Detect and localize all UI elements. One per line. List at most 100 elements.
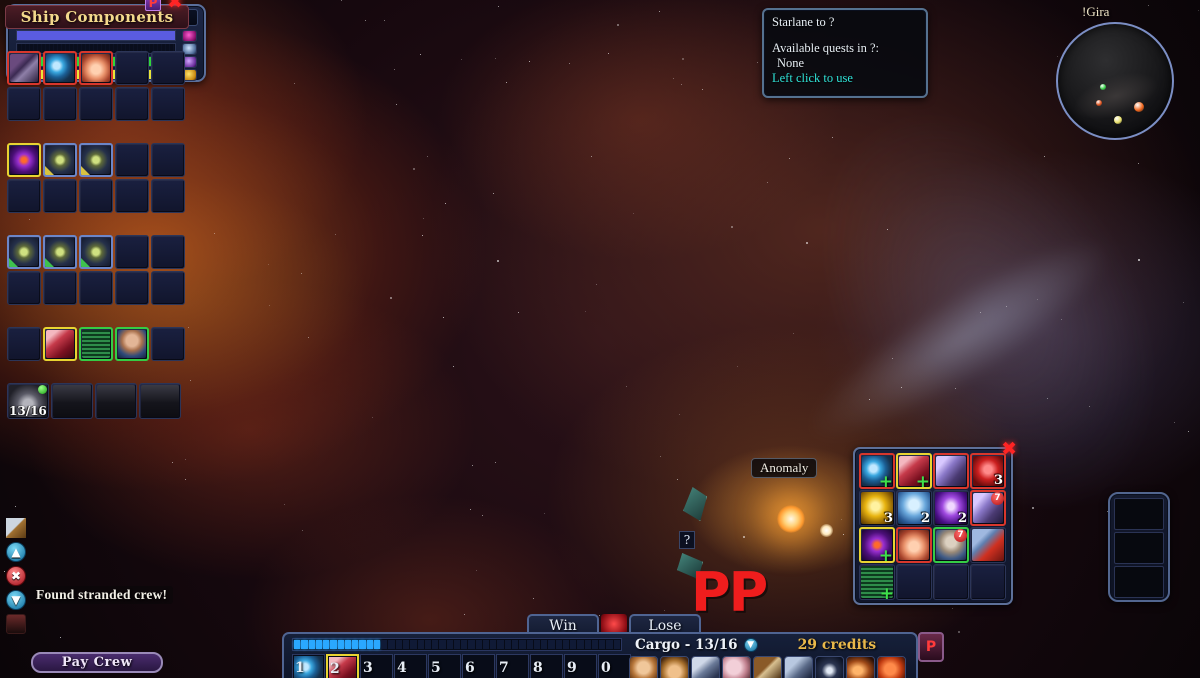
scroll-up-icon[interactable]: ▲ [6,542,26,562]
item-crystal[interactable]: 2 [933,490,969,526]
equip-plus-icon[interactable]: + [880,586,894,600]
item-warp-core[interactable]: + [859,527,895,563]
component-module[interactable] [79,143,113,177]
component-module[interactable] [43,143,77,177]
empty-slot[interactable] [896,564,932,600]
empty-slot[interactable] [7,327,41,361]
item-ship-part[interactable] [970,527,1006,563]
hud-menu-button[interactable]: P [918,632,944,662]
empty-slot[interactable] [115,179,149,213]
empty-slot[interactable] [970,564,1006,600]
crew-icon[interactable] [629,656,658,678]
trade-icon[interactable] [660,656,689,678]
empty-slot[interactable] [7,87,41,121]
equip-plus-icon[interactable]: + [916,474,930,488]
equipment-slot[interactable] [1114,498,1164,530]
minimap[interactable] [1056,22,1174,140]
close-icon[interactable]: ✖ [167,0,183,12]
cargo-bays-grid[interactable]: 13/16 [7,383,187,419]
component-module[interactable] [7,235,41,269]
hotbar-slot-empty[interactable]: 9 [564,654,597,678]
item-engine[interactable]: + [859,453,895,489]
item-missile-stack[interactable]: 7 [970,490,1006,526]
empty-slot[interactable] [43,87,77,121]
hotbar-slot-empty[interactable]: 6 [462,654,495,678]
tools-icon[interactable] [6,518,26,538]
hotbar[interactable]: 1 2 3 4 5 6 7 8 9 0 [292,654,631,678]
item-blueprint[interactable]: + [859,564,895,600]
inventory-grid[interactable]: + +3 3 2 2 7 +7 + [859,453,1007,600]
component-module[interactable] [43,235,77,269]
hotbar-slot-empty[interactable]: 4 [394,654,427,678]
item-weapon[interactable]: + [896,453,932,489]
empty-slot[interactable] [151,179,185,213]
empty-slot[interactable] [79,271,113,305]
pin-icon[interactable]: P [145,0,161,11]
component-race-blueprint[interactable] [79,327,113,361]
ship-window-titlebar[interactable]: Ship Components P ✖ [5,0,189,29]
navigation-icon[interactable] [815,656,844,678]
item-shield[interactable]: 2 [896,490,932,526]
item-alien-crew[interactable]: 7 [933,527,969,563]
item-energy-bolt[interactable]: 3 [859,490,895,526]
close-messages-icon[interactable]: ✖ [6,566,26,586]
unknown-marker-icon[interactable]: ? [679,531,695,549]
empty-slot[interactable] [115,143,149,177]
empty-slot[interactable] [43,179,77,213]
cargo-bay-empty[interactable] [51,383,93,419]
empty-slot[interactable] [115,87,149,121]
anomaly-star[interactable] [777,505,805,533]
hotbar-slot-empty[interactable]: 7 [496,654,529,678]
quest-icon[interactable] [753,656,782,678]
equip-plus-icon[interactable]: + [879,548,893,562]
log-icon[interactable] [691,656,720,678]
empty-slot[interactable] [79,87,113,121]
item-missile[interactable] [933,453,969,489]
planet-icon[interactable] [722,656,751,678]
empty-slot[interactable] [115,235,149,269]
item-reactor[interactable] [896,527,932,563]
anomaly-label[interactable]: Anomaly [751,458,818,478]
scroll-down-icon[interactable]: ▼ [6,590,26,610]
empty-slot[interactable] [933,564,969,600]
component-race-weapon[interactable] [43,327,77,361]
component-module[interactable] [79,235,113,269]
component-race-officer[interactable] [115,327,149,361]
equipment-slot[interactable] [1114,532,1164,564]
empty-slot[interactable] [151,87,185,121]
equipment-slot[interactable] [1114,566,1164,598]
chat-icon[interactable] [6,614,26,634]
empty-slot[interactable] [7,271,41,305]
pay-crew-button[interactable]: Pay Crew [31,652,163,673]
hotbar-slot-empty[interactable]: 8 [530,654,563,678]
component-reactor[interactable] [79,51,113,85]
empty-slot[interactable] [79,179,113,213]
cargo-bay-empty[interactable] [95,383,137,419]
empty-slot[interactable] [43,271,77,305]
cargo-bay-empty[interactable] [139,383,181,419]
hotbar-slot-empty[interactable]: 0 [598,654,631,678]
race-components-grid[interactable] [7,327,187,361]
empty-slot[interactable] [151,143,185,177]
component-console[interactable] [7,51,41,85]
action-icon-bar[interactable] [629,656,906,678]
empty-slot[interactable] [151,327,185,361]
empty-slot[interactable] [7,179,41,213]
empty-slot[interactable] [151,235,185,269]
hotbar-slot-weapon[interactable]: 2 [326,654,359,678]
cargo-bay-filled[interactable]: 13/16 [7,383,49,419]
empty-slot[interactable] [115,271,149,305]
ship-icon[interactable] [784,656,813,678]
empty-slot[interactable] [151,271,185,305]
item-medkit[interactable]: 3 [970,453,1006,489]
component-engine[interactable] [43,51,77,85]
equip-plus-icon[interactable]: + [879,474,893,488]
galaxy-icon[interactable] [846,656,875,678]
hotbar-slot-empty[interactable]: 5 [428,654,461,678]
empty-slot[interactable] [151,51,185,85]
chevron-down-icon[interactable]: ▼ [743,638,758,652]
hotbar-slot-empty[interactable]: 3 [360,654,393,678]
hotbar-slot-engine[interactable]: 1 [292,654,325,678]
options-icon[interactable] [877,656,906,678]
empty-slot[interactable] [115,51,149,85]
